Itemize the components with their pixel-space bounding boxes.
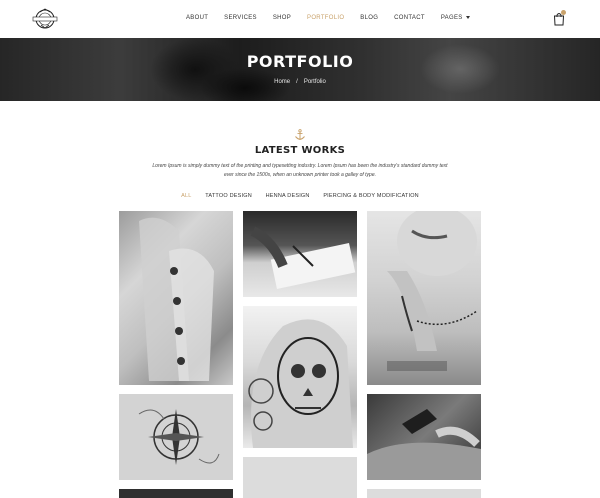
breadcrumb-current: Portfolio [303,79,326,85]
nav-portfolio[interactable]: Portfolio [307,15,344,21]
portfolio-filters: All Tattoo Design Henna Design Piercing … [0,193,600,199]
filter-piercing-body-modification[interactable]: Piercing & Body Modification [323,193,419,199]
portfolio-item-bottom-left[interactable] [119,489,233,498]
site-header: About Services Shop Portfolio Blog Conta… [0,0,600,38]
nav-blog[interactable]: Blog [360,15,378,21]
nav-contact[interactable]: Contact [394,15,425,21]
nav-services[interactable]: Services [224,15,257,21]
portfolio-item-compass-design[interactable] [119,394,233,480]
breadcrumb: Home / Portfolio [0,79,600,85]
section-title: LATEST WORKS [254,145,346,156]
chevron-down-icon [465,15,470,19]
filter-tattoo-design[interactable]: Tattoo Design [205,193,252,199]
page-title: PORTFOLIO [246,52,354,71]
section-description: Lorem Ipsum is simply dummy text of the … [152,163,448,178]
anchor-icon [294,128,306,140]
main-nav: About Services Shop Portfolio Blog Conta… [186,15,486,21]
breadcrumb-home[interactable]: Home [274,79,290,85]
portfolio-item-hand-tattoo[interactable] [119,211,233,385]
portfolio-item-bottom-right[interactable] [367,489,481,498]
filter-henna-design[interactable]: Henna Design [266,193,310,199]
nav-pages-label: Pages [440,15,463,21]
breadcrumb-separator: / [296,79,298,85]
nav-shop[interactable]: Shop [273,15,291,21]
nav-about[interactable]: About [186,15,208,21]
portfolio-item-bottom-center[interactable] [243,457,357,498]
portfolio-item-sketching[interactable] [243,211,357,297]
portfolio-item-tattooing-session[interactable] [367,394,481,480]
portfolio-item-skull-tattoo[interactable] [243,306,357,448]
filter-all[interactable]: All [181,193,191,199]
nav-pages[interactable]: Pages [441,15,470,21]
cart-badge [561,10,566,15]
portfolio-item-feather-hand-tattoo[interactable] [367,211,481,385]
tattoo-studio-logo[interactable] [31,7,59,31]
shopping-bag-icon[interactable] [553,10,566,26]
